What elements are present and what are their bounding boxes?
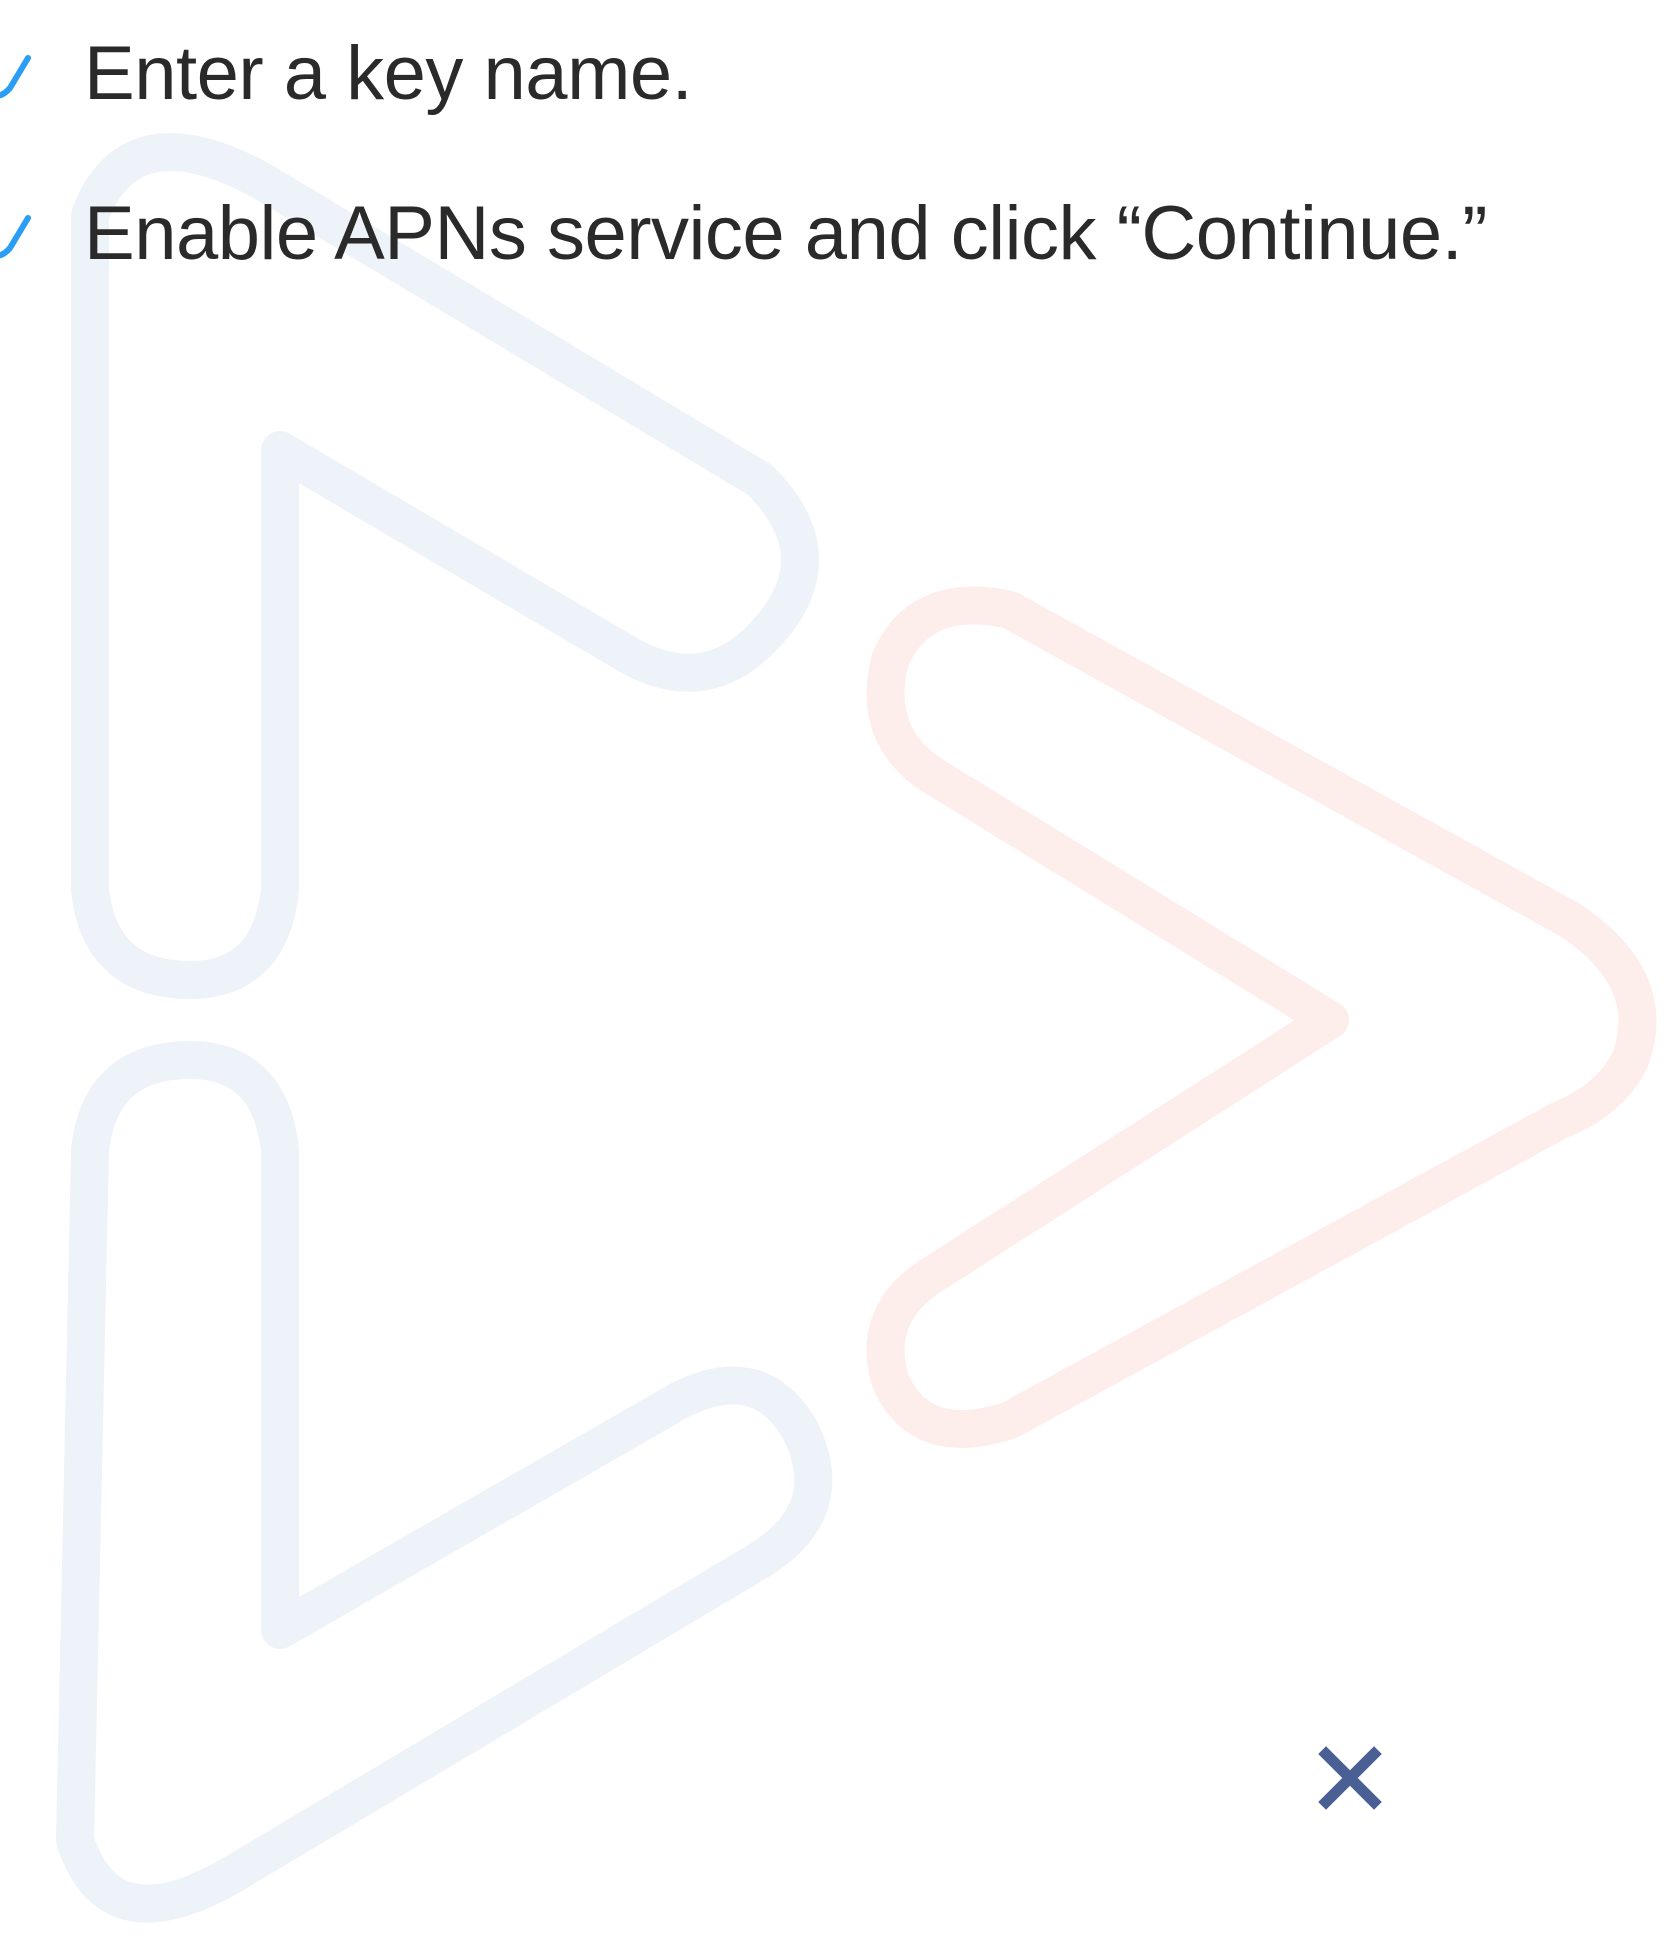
page: Enter a key name. Enable APNs service an… — [0, 0, 1666, 1949]
step-text: Enter a key name. — [84, 31, 693, 116]
logo-watermark — [56, 133, 1657, 1923]
close-icon[interactable] — [1316, 1744, 1384, 1812]
close-button[interactable] — [1316, 1744, 1384, 1812]
check-icon — [0, 55, 31, 99]
watermark-lower-outline — [56, 1041, 833, 1923]
check-icon — [0, 215, 31, 259]
watermark-upper-outline — [71, 133, 819, 999]
watermark-red-outline — [866, 586, 1657, 1448]
step-text: Enable APNs service and click “Continue.… — [84, 191, 1488, 276]
